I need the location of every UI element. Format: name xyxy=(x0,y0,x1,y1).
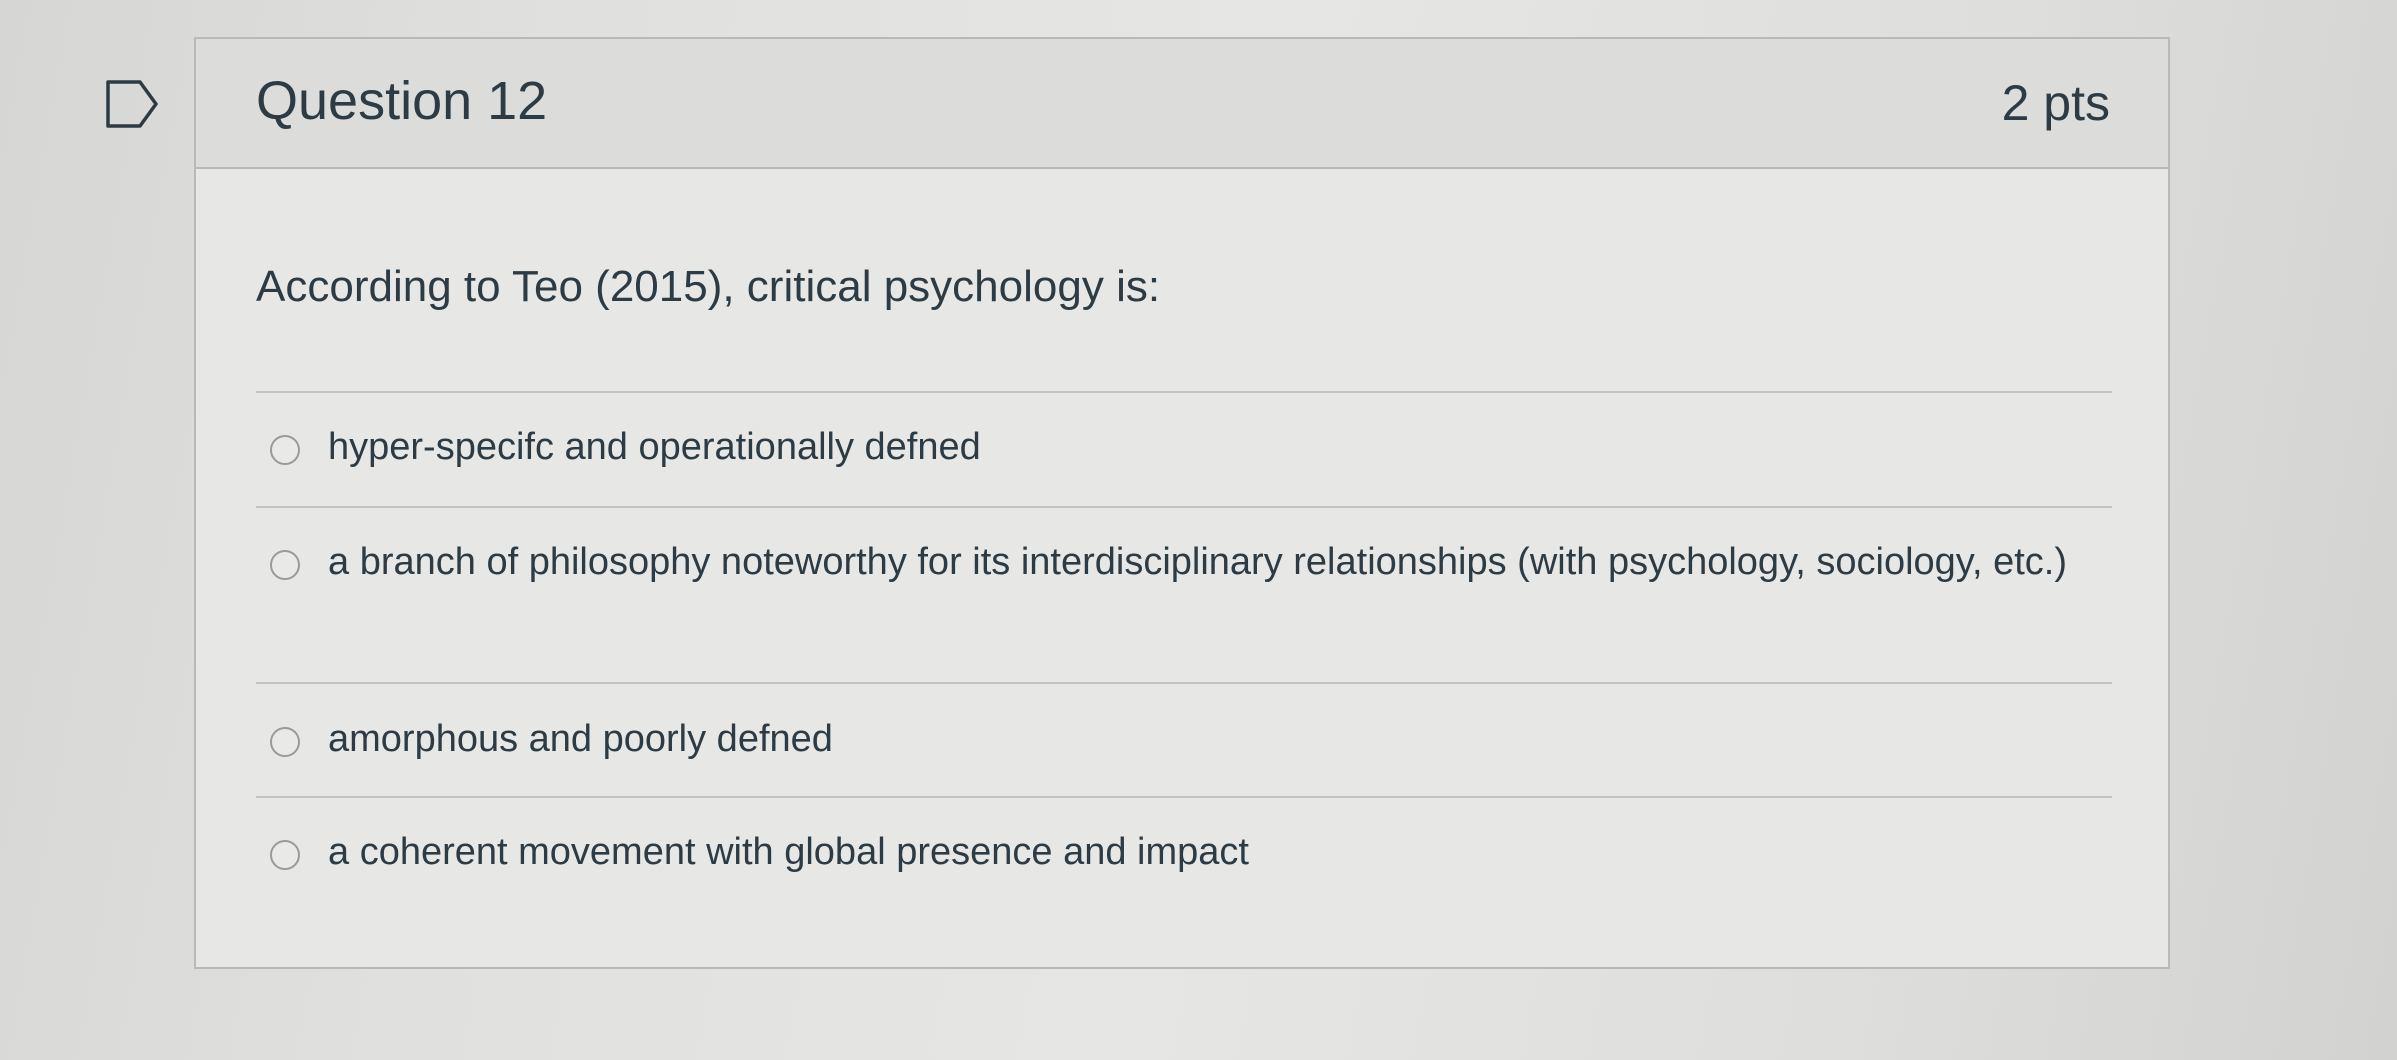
answer-divider xyxy=(256,506,2112,508)
question-text: According to Teo (2015), critical psycho… xyxy=(256,262,1161,311)
answer-divider xyxy=(256,796,2112,798)
radio-button[interactable] xyxy=(270,435,300,465)
answer-divider xyxy=(256,682,2112,684)
flag-question-icon[interactable] xyxy=(104,78,160,130)
question-card: Question 12 2 pts According to Teo (2015… xyxy=(194,37,2170,969)
answer-option-2[interactable]: a branch of philosophy noteworthy for it… xyxy=(256,541,2112,672)
answer-label: amorphous and poorly defned xyxy=(328,718,833,760)
answer-label: a branch of philosophy noteworthy for it… xyxy=(328,541,2067,583)
answer-option-3[interactable]: amorphous and poorly defned xyxy=(256,718,2112,789)
radio-button[interactable] xyxy=(270,840,300,870)
question-title: Question 12 xyxy=(256,71,548,131)
radio-button[interactable] xyxy=(270,550,300,580)
radio-button[interactable] xyxy=(270,727,300,757)
answer-option-4[interactable]: a coherent movement with global presence… xyxy=(256,831,2112,902)
question-points: 2 pts xyxy=(2001,75,2110,131)
answer-label: a coherent movement with global presence… xyxy=(328,831,1249,873)
answer-label: hyper-specifc and operationally defned xyxy=(328,426,981,468)
answer-divider xyxy=(256,391,2112,393)
question-header: Question 12 2 pts xyxy=(196,39,2168,169)
answer-option-1[interactable]: hyper-specifc and operationally defned xyxy=(256,426,2112,497)
